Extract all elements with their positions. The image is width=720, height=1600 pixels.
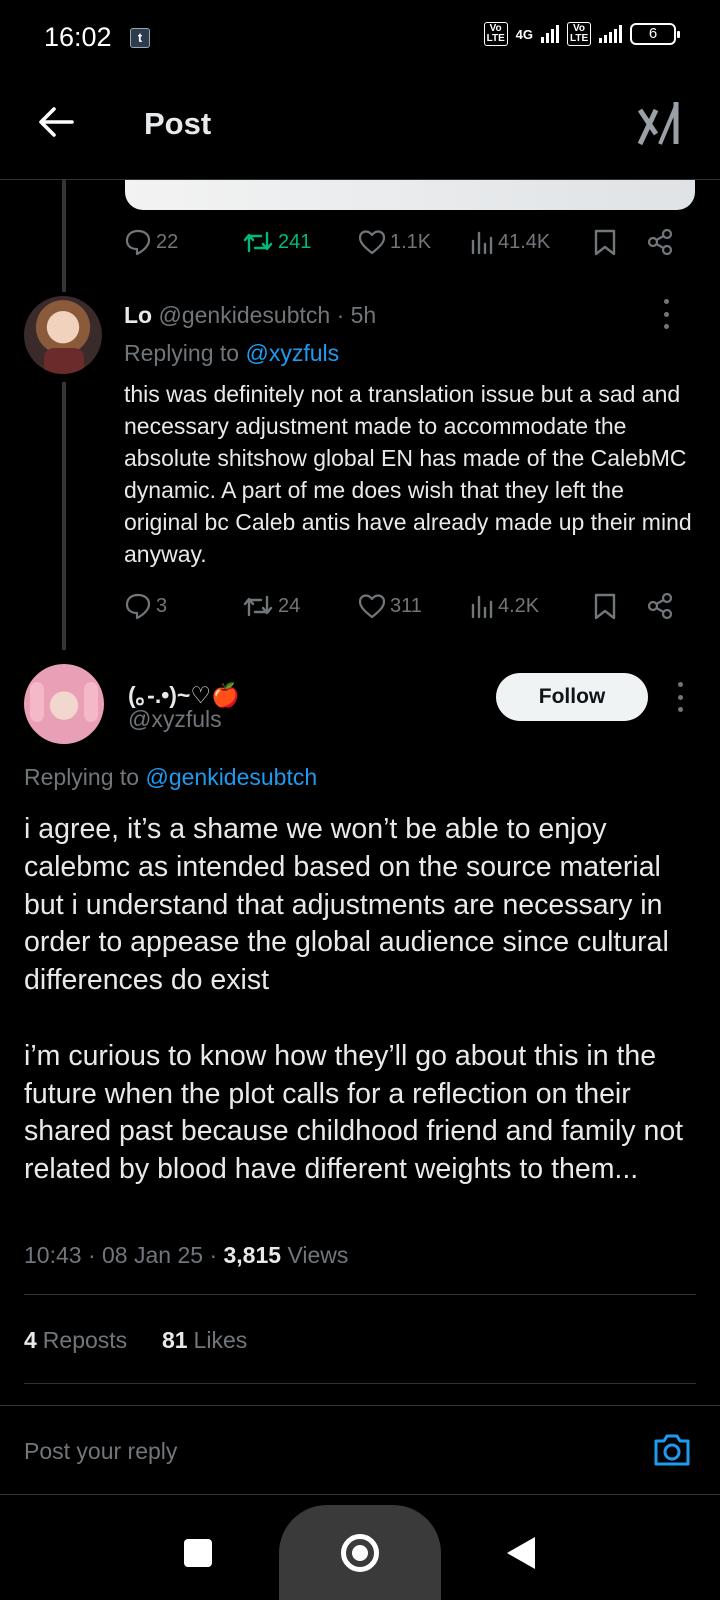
- status-bar: 16:02 t Vo LTE 4G Vo LTE 6: [0, 0, 720, 80]
- battery-icon: 6: [630, 23, 680, 45]
- recents-button[interactable]: [184, 1539, 212, 1567]
- like-count: 1.1K: [390, 230, 432, 253]
- grok-icon[interactable]: [636, 100, 680, 146]
- repost-icon: [243, 595, 273, 617]
- system-nav-bar: [0, 1505, 720, 1600]
- parent-tweet-actions: 22 241 1.1K 41.4K: [124, 222, 684, 262]
- share-icon[interactable]: [646, 592, 674, 620]
- bookmark-icon[interactable]: [592, 592, 618, 620]
- heart-icon: [358, 230, 386, 255]
- signal-icon: [541, 25, 559, 43]
- views-icon: [471, 231, 493, 255]
- tumblr-icon: t: [130, 28, 150, 48]
- more-options-icon[interactable]: [656, 299, 676, 329]
- volte-icon-2: Vo LTE: [567, 22, 591, 46]
- reply-icon: [125, 593, 151, 620]
- repost-button[interactable]: 24: [242, 593, 358, 619]
- author-handle[interactable]: @xyzfuls: [128, 706, 222, 733]
- status-time: 16:02: [44, 22, 112, 52]
- reply-icon: [125, 229, 151, 256]
- views-count: 3,815: [223, 1242, 282, 1268]
- post-time: · 5h: [336, 302, 377, 328]
- reply-button[interactable]: 3: [124, 592, 242, 620]
- post-meta: 10:43 · 08 Jan 25 · 3,815 Views: [24, 1242, 349, 1268]
- like-button[interactable]: 1.1K: [358, 229, 470, 255]
- like-count: 311: [390, 594, 422, 617]
- reply-composer[interactable]: Post your reply: [0, 1405, 720, 1495]
- views-button[interactable]: 4.2K: [470, 593, 588, 619]
- repost-count: 24: [278, 594, 301, 617]
- reposts-link[interactable]: 4 Reposts: [24, 1327, 127, 1353]
- replying-prefix: Replying to: [24, 764, 140, 790]
- repost-button[interactable]: 241: [242, 229, 358, 255]
- bookmark-icon[interactable]: [592, 228, 618, 256]
- arrow-left-icon[interactable]: [36, 102, 76, 142]
- views-button[interactable]: 41.4K: [470, 229, 588, 255]
- signal-icon-2: [599, 25, 622, 43]
- repost-count: 241: [278, 230, 312, 253]
- replying-handle-link[interactable]: @xyzfuls: [245, 340, 339, 366]
- reposts-label: Reposts: [42, 1327, 128, 1353]
- engagement-counts: 4 Reposts 81 Likes: [24, 1327, 247, 1354]
- heart-icon: [358, 594, 386, 619]
- likes-count: 81: [161, 1327, 188, 1353]
- replying-handle-link[interactable]: @genkidesubtch: [145, 764, 317, 790]
- reply-text: this was definitely not a translation is…: [124, 381, 692, 567]
- reply-count: 3: [156, 594, 168, 617]
- top-bar: Post: [0, 80, 720, 180]
- post-text: i agree, it’s a shame we won’t be able t…: [24, 813, 684, 1186]
- back-button[interactable]: [507, 1537, 535, 1569]
- status-icons: Vo LTE 4G Vo LTE 6: [483, 22, 680, 46]
- repost-icon: [243, 231, 273, 253]
- views-icon: [471, 595, 493, 619]
- author-name[interactable]: Lo: [124, 302, 152, 328]
- author-handle[interactable]: @genkidesubtch: [159, 302, 331, 328]
- avatar[interactable]: [24, 664, 104, 744]
- divider: [24, 1294, 696, 1295]
- post-time[interactable]: 10:43: [24, 1242, 82, 1268]
- network-type: 4G: [515, 26, 533, 42]
- views-label: Views: [287, 1242, 349, 1268]
- post-date[interactable]: 08 Jan 25: [102, 1242, 203, 1268]
- replying-to: Replying to @xyzfuls: [124, 340, 339, 367]
- parent-media-image[interactable]: [125, 180, 695, 210]
- reply-count: 22: [156, 230, 179, 253]
- camera-icon[interactable]: [652, 1432, 692, 1468]
- likes-label: Likes: [193, 1327, 248, 1353]
- reply-button[interactable]: 22: [124, 228, 242, 256]
- thread-line-2: [62, 382, 66, 650]
- reply-input[interactable]: Post your reply: [24, 1438, 177, 1465]
- thread-line: [62, 180, 66, 292]
- share-icon[interactable]: [646, 228, 674, 256]
- views-count: 4.2K: [498, 594, 540, 617]
- reply-author: Lo @genkidesubtch · 5h: [124, 302, 376, 329]
- views-count: 41.4K: [498, 230, 551, 253]
- reposts-count: 4: [24, 1327, 37, 1353]
- avatar[interactable]: [24, 296, 102, 374]
- home-button[interactable]: [341, 1534, 379, 1572]
- replying-to: Replying to @genkidesubtch: [24, 764, 317, 791]
- more-options-icon[interactable]: [670, 682, 690, 712]
- replying-prefix: Replying to: [124, 340, 240, 366]
- volte-icon: Vo LTE: [483, 22, 508, 46]
- likes-link[interactable]: 81 Likes: [162, 1327, 247, 1353]
- follow-button[interactable]: Follow: [496, 673, 648, 721]
- reply-tweet-actions: 3 24 311 4.2K: [124, 586, 684, 626]
- divider: [24, 1383, 696, 1384]
- author-name[interactable]: (｡-.•)~♡🍎: [128, 676, 240, 710]
- like-button[interactable]: 311: [358, 593, 470, 619]
- page-title: Post: [144, 106, 212, 141]
